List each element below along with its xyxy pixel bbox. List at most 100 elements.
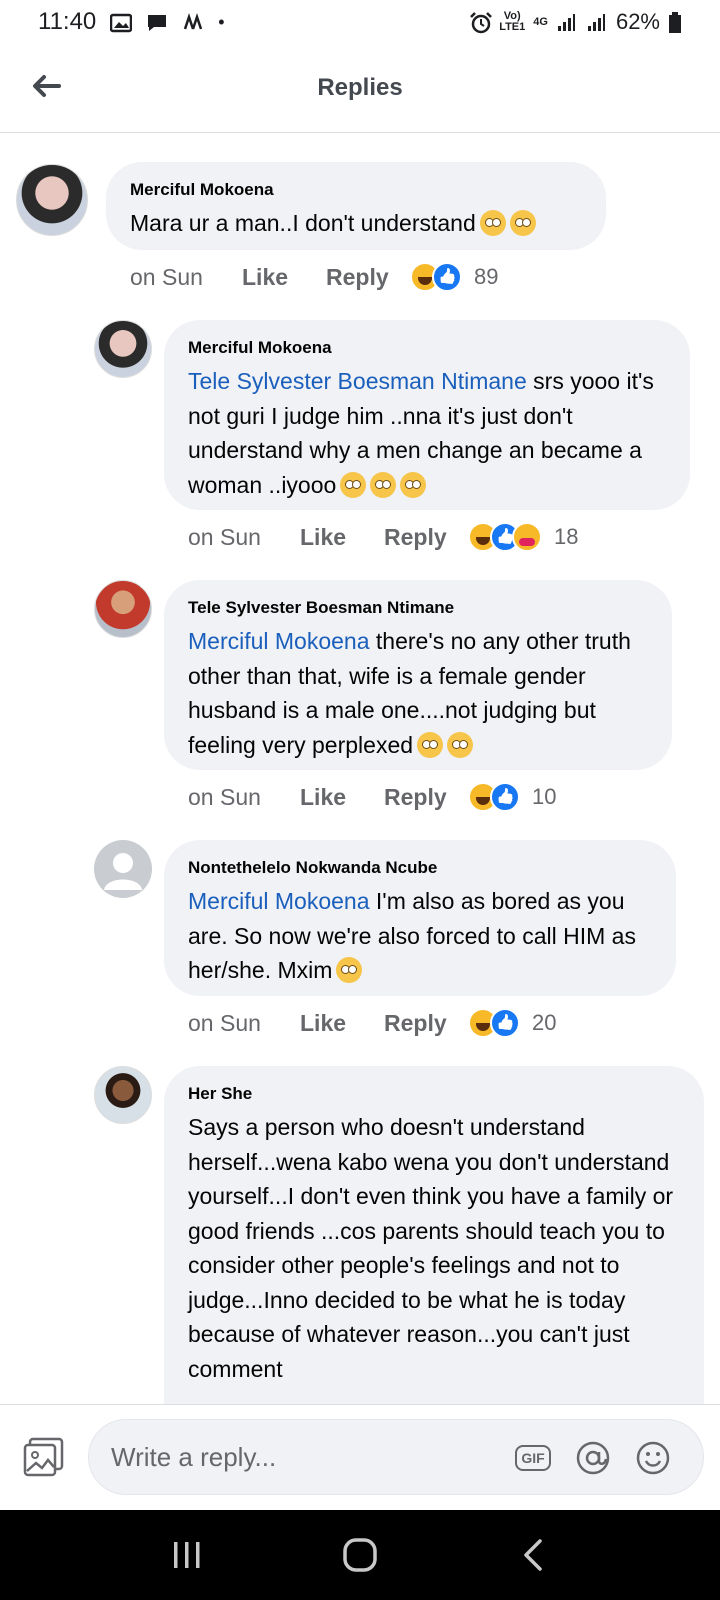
reply-composer: Write a reply... GIF [0, 1404, 720, 1510]
avatar[interactable] [94, 580, 152, 638]
gif-icon: GIF [515, 1445, 551, 1471]
reply-button[interactable]: Reply [384, 1010, 468, 1037]
home-button[interactable] [330, 1525, 390, 1585]
like-reaction-icon [490, 1008, 520, 1038]
system-back-button[interactable] [503, 1525, 563, 1585]
emoji-icon [636, 1441, 670, 1475]
comment-time[interactable]: on Sun [188, 524, 300, 551]
signal-icon-1 [556, 12, 578, 32]
reply-placeholder: Write a reply... [111, 1442, 277, 1472]
reply-button[interactable]: Reply [384, 784, 468, 811]
default-avatar-icon [104, 853, 142, 890]
comment-author[interactable]: Tele Sylvester Boesman Ntimane [188, 598, 648, 618]
like-button[interactable]: Like [242, 264, 326, 291]
reply-input[interactable]: Write a reply... GIF [88, 1419, 704, 1495]
comment-actions: on Sun Like Reply 89 [130, 262, 498, 292]
comment: Merciful Mokoena Tele Sylvester Boesman … [0, 314, 720, 564]
at-icon [576, 1441, 610, 1475]
gif-button[interactable]: GIF [513, 1438, 553, 1478]
thinking-emoji-icon [417, 731, 444, 758]
comment-text: Says a person who doesn't understand her… [188, 1114, 674, 1382]
avatar[interactable] [94, 840, 152, 898]
comment-bubble: Merciful Mokoena Tele Sylvester Boesman … [164, 320, 690, 510]
avatar[interactable] [94, 1066, 152, 1124]
comment-actions: on Sun Like Reply 18 [188, 522, 578, 552]
mention-button[interactable] [573, 1438, 613, 1478]
comment-text: Merciful Mokoena I'm also as bored as yo… [188, 888, 636, 983]
thinking-emoji-icon [447, 731, 474, 758]
flushed-emoji-icon [509, 210, 536, 236]
battery-icon [668, 12, 682, 33]
reaction-count: 10 [532, 784, 557, 809]
comment-text: Mara ur a man..I don't understand [130, 210, 536, 236]
comment-bubble: Tele Sylvester Boesman Ntimane Merciful … [164, 580, 672, 770]
signal-icon-2 [586, 12, 608, 32]
comment-bubble: Her She Says a person who doesn't unders… [164, 1066, 704, 1404]
relieved-emoji-icon [340, 471, 367, 498]
comment-time[interactable]: on Sun [188, 784, 300, 811]
recent-apps-button[interactable] [157, 1525, 217, 1585]
comment-actions: on Sun Like Reply 20 [188, 1008, 556, 1038]
avatar[interactable] [94, 320, 152, 378]
recent-apps-icon [173, 1542, 200, 1568]
comment-author[interactable]: Her She [188, 1084, 680, 1104]
reaction-count: 18 [554, 524, 579, 549]
app-notification-icon [182, 12, 204, 32]
like-button[interactable]: Like [300, 784, 384, 811]
add-photo-button[interactable] [22, 1435, 68, 1481]
comment-bubble: Merciful Mokoena Mara ur a man..I don't … [106, 162, 606, 250]
comment-author[interactable]: Merciful Mokoena [188, 338, 666, 358]
mention-link[interactable]: Tele Sylvester Boesman Ntimane [188, 368, 527, 394]
message-notification-icon [146, 12, 168, 32]
care-reaction-icon [512, 522, 542, 552]
network-type-indicator: 4G [533, 15, 548, 28]
battery-percent: 62% [615, 9, 660, 34]
comment: Tele Sylvester Boesman Ntimane Merciful … [0, 574, 720, 824]
comment-author[interactable]: Merciful Mokoena [130, 180, 582, 200]
comment-actions: on Sun Like Reply 10 [188, 782, 556, 812]
comment: Her She Says a person who doesn't unders… [0, 1060, 720, 1404]
comment-time[interactable]: on Sun [130, 264, 242, 291]
page-title: Replies [317, 74, 403, 101]
mention-link[interactable]: Merciful Mokoena [188, 628, 370, 654]
comment-time[interactable]: on Sun [188, 1010, 300, 1037]
alarm-icon [469, 12, 493, 34]
reactions-summary[interactable]: 20 [468, 1008, 556, 1038]
reply-button[interactable]: Reply [326, 264, 410, 291]
mention-link[interactable]: Merciful Mokoena [188, 888, 370, 914]
flushed-emoji-icon [479, 210, 506, 236]
like-button[interactable]: Like [300, 524, 384, 551]
comment-thread: Merciful Mokoena Mara ur a man..I don't … [0, 134, 720, 1404]
system-nav-bar [0, 1510, 720, 1600]
gallery-notification-icon [110, 12, 133, 33]
home-icon [343, 1538, 377, 1572]
volte-indicator: Vo) LTE1 [499, 10, 526, 33]
emoji-button[interactable] [633, 1438, 673, 1478]
relieved-emoji-icon [370, 471, 397, 498]
photo-icon [23, 1437, 64, 1477]
like-reaction-icon [490, 782, 520, 812]
comment-text: Tele Sylvester Boesman Ntimane srs yooo … [188, 368, 654, 498]
chevron-left-icon [524, 1539, 543, 1571]
reactions-summary[interactable]: 18 [468, 522, 578, 552]
like-reaction-icon [432, 262, 462, 292]
comment: Nontethelelo Nokwanda Ncube Merciful Mok… [0, 834, 720, 1054]
reaction-count: 89 [474, 264, 499, 289]
replies-header: Replies [0, 44, 720, 133]
reactions-summary[interactable]: 10 [468, 782, 556, 812]
avatar[interactable] [16, 164, 88, 236]
reply-button[interactable]: Reply [384, 524, 468, 551]
status-bar: 11:40 • Vo) LTE1 4G 62% [0, 0, 720, 44]
comment: Merciful Mokoena Mara ur a man..I don't … [0, 134, 720, 304]
more-notifications-dot: • [218, 11, 225, 32]
like-button[interactable]: Like [300, 1010, 384, 1037]
comment-author[interactable]: Nontethelelo Nokwanda Ncube [188, 858, 652, 878]
comment-text: Merciful Mokoena there's no any other tr… [188, 628, 631, 758]
comment-bubble: Nontethelelo Nokwanda Ncube Merciful Mok… [164, 840, 676, 996]
status-time: 11:40 [38, 8, 97, 35]
reaction-count: 20 [532, 1010, 557, 1035]
reactions-summary[interactable]: 89 [410, 262, 498, 292]
back-button[interactable] [26, 66, 66, 106]
relieved-emoji-icon [400, 471, 427, 498]
eye-roll-emoji-icon [336, 957, 363, 983]
